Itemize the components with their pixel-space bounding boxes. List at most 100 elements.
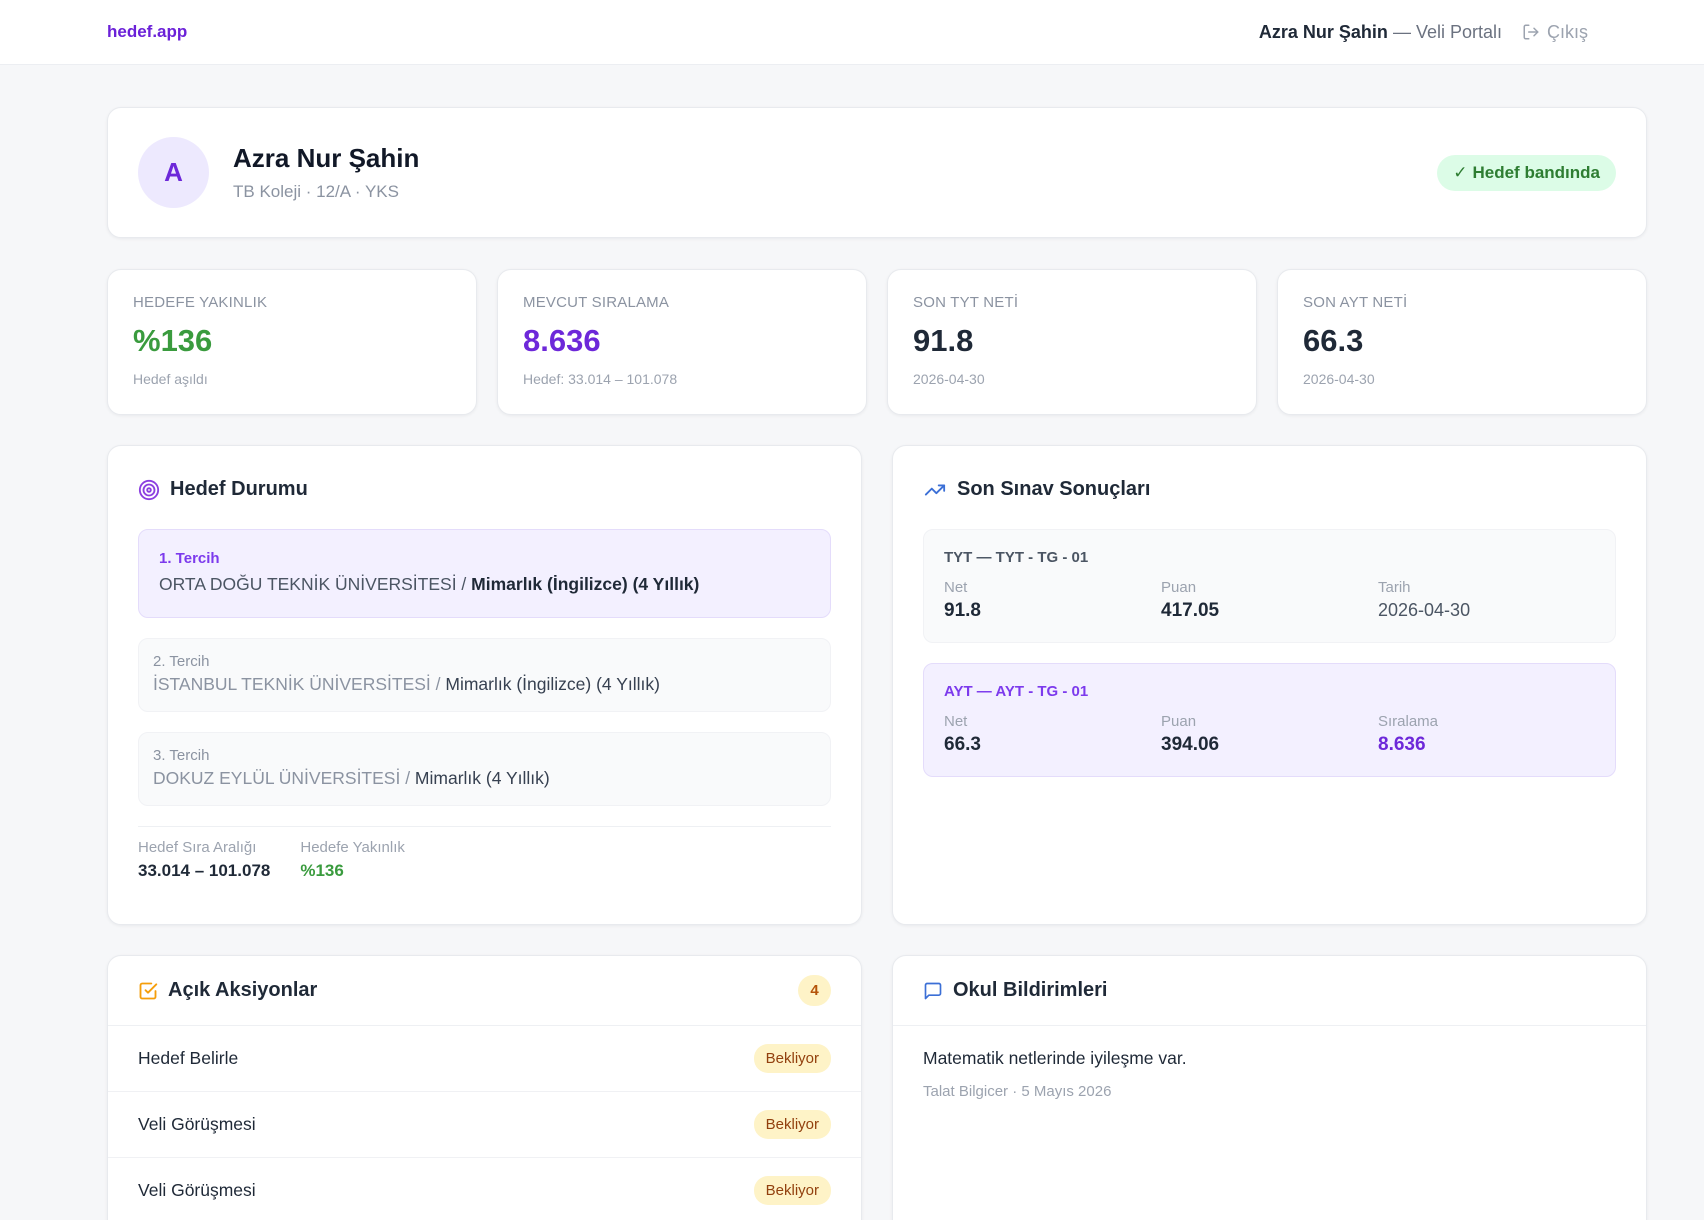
exam-result-tyt[interactable]: TYT — TYT - TG - 01 Net 91.8 Puan 417.05… [923, 529, 1616, 643]
exam-score-value: 394.06 [1161, 734, 1220, 755]
stat-sub: 2026-04-30 [1303, 371, 1375, 387]
target-proximity-value: %136 [300, 861, 344, 880]
exam-score-value: 417.05 [1161, 600, 1220, 621]
notice-text: Matematik netlerinde iyileşme var. [923, 1048, 1187, 1068]
stat-value: %136 [133, 323, 213, 358]
exam-score-label: Puan [1161, 713, 1197, 730]
student-details: TB Koleji · 12/A · YKS [233, 182, 399, 201]
stat-label: MEVCUT SIRALAMA [523, 294, 670, 311]
action-item[interactable]: Veli Görüşmesi Bekliyor [108, 1158, 861, 1220]
exam-net: Net 91.8 [944, 579, 1161, 622]
target-summary: Hedef Sıra Aralığı 33.014 – 101.078 Hede… [138, 826, 831, 881]
stat-value: 8.636 [523, 323, 601, 358]
exam-score: Puan 417.05 [1161, 579, 1378, 622]
action-status-badge: Bekliyor [753, 1044, 831, 1073]
exam-panel-header: Son Sınav Sonuçları [893, 446, 1646, 501]
preference-department: Mimarlık (4 Yıllık) [414, 768, 550, 788]
preference-number: 3. Tercih [153, 747, 210, 764]
student-profile-card: A Azra Nur Şahin TB Koleji · 12/A · YKS … [107, 107, 1647, 238]
stat-label: SON TYT NETİ [913, 294, 1019, 311]
exam-grid: Net 91.8 Puan 417.05 Tarih 2026-04-30 [944, 579, 1595, 622]
brand-logo[interactable]: hedef.app [107, 22, 187, 42]
notice-meta: Talat Bilgicer · 5 Mayıs 2026 [923, 1083, 1112, 1100]
action-label: Veli Görüşmesi [138, 1180, 256, 1200]
stat-card-ranking: MEVCUT SIRALAMA 8.636 Hedef: 33.014 – 10… [497, 269, 867, 415]
exam-net-label: Net [944, 579, 968, 596]
exam-results-panel: Son Sınav Sonuçları TYT — TYT - TG - 01 … [892, 445, 1647, 925]
student-name: Azra Nur Şahin [233, 143, 420, 173]
main-content: A Azra Nur Şahin TB Koleji · 12/A · YKS … [0, 65, 1704, 1220]
preference-number: 1. Tercih [159, 550, 220, 567]
action-status-badge: Bekliyor [753, 1176, 831, 1205]
stat-value: 66.3 [1303, 323, 1364, 358]
exam-date-label: Tarih [1378, 579, 1411, 596]
school-notices-panel: Okul Bildirimleri Matematik netlerinde i… [892, 955, 1647, 1220]
stat-value: 91.8 [913, 323, 974, 358]
goal-exam-row: Hedef Durumu 1. Tercih ORTA DOĞU TEKNİK … [107, 445, 1647, 925]
preference-department: Mimarlık (İngilizce) (4 Yıllık) [445, 674, 660, 694]
stat-label: SON AYT NETİ [1303, 294, 1408, 311]
action-item[interactable]: Veli Görüşmesi Bekliyor [108, 1092, 861, 1158]
stat-card-tyt-net: SON TYT NETİ 91.8 2026-04-30 [887, 269, 1257, 415]
actions-count-badge: 4 [798, 975, 831, 1006]
top-bar: hedef.app Azra Nur Şahin — Veli Portalı … [0, 0, 1704, 65]
exam-title: TYT — TYT - TG - 01 [944, 549, 1089, 566]
stat-card-proximity: HEDEFE YAKINLIK %136 Hedef aşıldı [107, 269, 477, 415]
exam-net: Net 66.3 [944, 713, 1161, 756]
exam-rank: Sıralama 8.636 [1378, 713, 1595, 756]
exam-grid: Net 66.3 Puan 394.06 Sıralama 8.636 [944, 713, 1595, 756]
avatar: A [138, 137, 209, 208]
exam-net-value: 66.3 [944, 734, 981, 755]
exam-panel-title: Son Sınav Sonuçları [957, 478, 1151, 500]
stat-card-ayt-net: SON AYT NETİ 66.3 2026-04-30 [1277, 269, 1647, 415]
logout-icon [1523, 24, 1539, 40]
preference-separator: / [430, 674, 446, 694]
goal-status-panel: Hedef Durumu 1. Tercih ORTA DOĞU TEKNİK … [107, 445, 862, 925]
actions-panel-title: Açık Aksiyonlar [168, 979, 318, 1001]
open-actions-panel: Açık Aksiyonlar 4 Hedef Belirle Bekliyor… [107, 955, 862, 1220]
target-proximity: Hedefe Yakınlık %136 [300, 839, 405, 881]
preference-separator: / [400, 768, 415, 788]
target-icon [138, 479, 160, 500]
status-badge: ✓ Hedef bandında [1437, 154, 1616, 191]
goal-panel-header: Hedef Durumu [108, 446, 861, 501]
notices-panel-title: Okul Bildirimleri [953, 979, 1108, 1001]
trending-up-icon [924, 484, 946, 495]
exam-rank-label: Sıralama [1378, 713, 1439, 730]
target-range: Hedef Sıra Aralığı 33.014 – 101.078 [138, 839, 270, 881]
notices-panel-header: Okul Bildirimleri [893, 956, 1646, 1026]
notice-item[interactable]: Matematik netlerinde iyileşme var. Talat… [893, 1026, 1646, 1122]
preference-line: ORTA DOĞU TEKNİK ÜNİVERSİTESİ / Mimarlık… [159, 574, 810, 595]
action-status-badge: Bekliyor [753, 1110, 831, 1139]
profile-info: A Azra Nur Şahin TB Koleji · 12/A · YKS [138, 137, 419, 208]
preference-item-3[interactable]: 3. Tercih DOKUZ EYLÜL ÜNİVERSİTESİ / Mim… [138, 732, 831, 806]
check-icon: ✓ [1453, 162, 1468, 182]
target-proximity-label: Hedefe Yakınlık [300, 839, 405, 856]
action-item[interactable]: Hedef Belirle Bekliyor [108, 1026, 861, 1092]
preference-number: 2. Tercih [153, 653, 210, 670]
preference-item-1[interactable]: 1. Tercih ORTA DOĞU TEKNİK ÜNİVERSİTESİ … [138, 529, 831, 618]
actions-notices-row: Açık Aksiyonlar 4 Hedef Belirle Bekliyor… [107, 955, 1647, 1220]
action-label: Veli Görüşmesi [138, 1114, 256, 1134]
target-range-value: 33.014 – 101.078 [138, 861, 271, 880]
stat-label: HEDEFE YAKINLIK [133, 294, 268, 311]
action-label: Hedef Belirle [138, 1048, 239, 1068]
exam-title: AYT — AYT - TG - 01 [944, 683, 1089, 700]
checkbox-icon [139, 982, 158, 999]
preference-university: ORTA DOĞU TEKNİK ÜNİVERSİTESİ [159, 574, 457, 594]
message-icon [924, 982, 942, 999]
stat-sub: Hedef: 33.014 – 101.078 [523, 371, 678, 387]
stat-sub: Hedef aşıldı [133, 371, 208, 387]
stats-row: HEDEFE YAKINLIK %136 Hedef aşıldı MEVCUT… [107, 269, 1647, 415]
exam-date-value: 2026-04-30 [1378, 600, 1471, 620]
exam-rank-value: 8.636 [1378, 734, 1426, 755]
exam-score-label: Puan [1161, 579, 1197, 596]
logout-label: Çıkış [1546, 21, 1588, 42]
target-range-label: Hedef Sıra Aralığı [138, 839, 257, 856]
preference-university: İSTANBUL TEKNİK ÜNİVERSİTESİ [153, 674, 431, 694]
exam-result-ayt[interactable]: AYT — AYT - TG - 01 Net 66.3 Puan 394.06… [923, 663, 1616, 777]
profile-text: Azra Nur Şahin TB Koleji · 12/A · YKS [233, 143, 419, 202]
logout-button[interactable]: Çıkış [1522, 22, 1588, 43]
preference-university: DOKUZ EYLÜL ÜNİVERSİTESİ [153, 768, 401, 788]
preference-item-2[interactable]: 2. Tercih İSTANBUL TEKNİK ÜNİVERSİTESİ /… [138, 638, 831, 712]
